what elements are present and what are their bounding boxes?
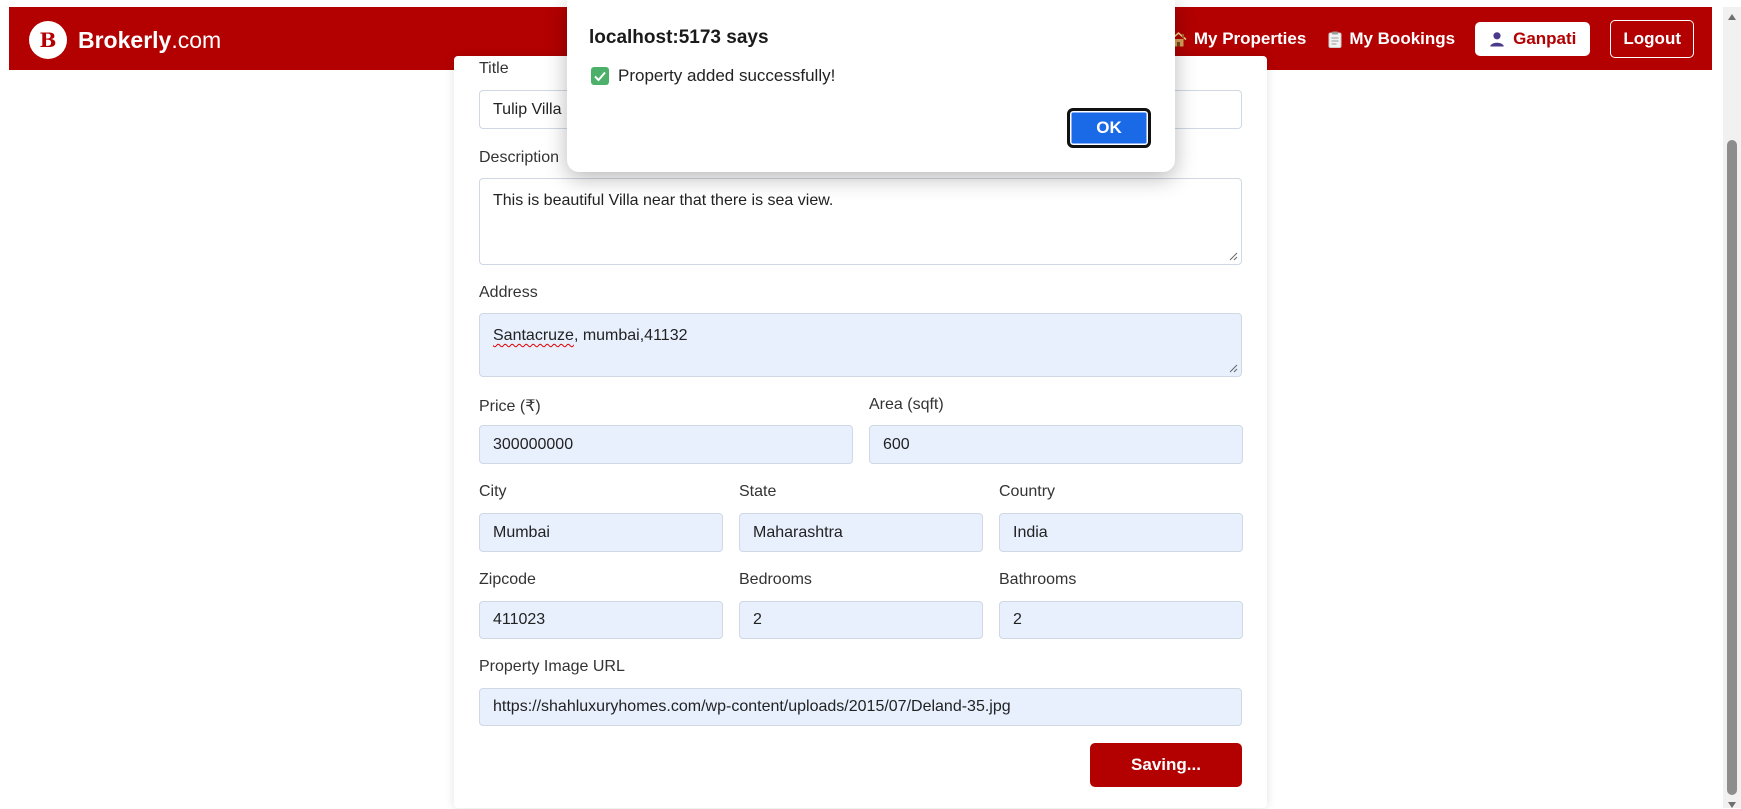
image-url-label: Property Image URL [479, 658, 625, 675]
title-label: Title [479, 60, 509, 77]
area-label: Area (sqft) [869, 396, 944, 413]
description-label: Description [479, 149, 560, 166]
alert-dialog: localhost:5173 says Property added succe… [567, 0, 1175, 172]
zipcode-input[interactable]: 411023 [479, 601, 723, 639]
bathrooms-label: Bathrooms [999, 571, 1077, 588]
scrollbar-thumb[interactable] [1727, 140, 1737, 795]
address-label: Address [479, 284, 538, 301]
brand-name: Brokerly.com [78, 27, 221, 54]
city-input[interactable]: Mumbai [479, 513, 723, 552]
address-rest: , mumbai,41132 [573, 327, 688, 344]
image-url-input[interactable]: https://shahluxuryhomes.com/wp-content/u… [479, 688, 1242, 726]
resize-handle-icon[interactable] [1228, 363, 1238, 373]
bedrooms-label: Bedrooms [739, 571, 812, 588]
scroll-up-icon[interactable] [1727, 13, 1737, 21]
brand[interactable]: B Brokerly.com [29, 21, 221, 59]
nav-my-properties-label: My Properties [1193, 29, 1307, 48]
resize-handle-icon[interactable] [1228, 251, 1238, 261]
bedrooms-input[interactable]: 2 [739, 601, 983, 639]
nav-my-bookings-label: My Bookings [1349, 29, 1456, 48]
page-scrollbar[interactable] [1723, 7, 1741, 808]
brand-name-suffix: .com [171, 26, 222, 53]
dialog-message-text: Property added successfully! [618, 66, 836, 85]
nav-my-properties[interactable]: My Properties [1170, 29, 1306, 49]
area-input[interactable]: 600 [869, 425, 1243, 464]
bathrooms-input[interactable]: 2 [999, 601, 1243, 639]
brand-name-main: Brokerly [78, 26, 172, 53]
country-label: Country [999, 483, 1056, 500]
address-text: Santacruze, mumbai,41132 [493, 327, 687, 345]
nav-menu: My Properties My Bookings Ganpati Logout [1170, 20, 1694, 58]
user-button[interactable]: Ganpati [1475, 22, 1591, 56]
brand-logo: B [29, 21, 67, 59]
state-input[interactable]: Maharashtra [739, 513, 983, 552]
city-label: City [479, 483, 507, 500]
user-icon [1489, 31, 1505, 47]
address-misspelled-word: Santacruze [493, 327, 574, 344]
country-input[interactable]: India [999, 513, 1243, 552]
price-input[interactable]: 300000000 [479, 425, 853, 464]
price-label: Price (₹) [479, 398, 541, 415]
check-icon [591, 67, 609, 85]
state-label: State [739, 483, 777, 500]
description-text: This is beautiful Villa near that there … [493, 192, 834, 209]
zipcode-label: Zipcode [479, 571, 536, 588]
address-textarea[interactable]: Santacruze, mumbai,41132 [479, 313, 1242, 377]
ok-button[interactable]: OK [1067, 108, 1151, 148]
clipboard-icon [1328, 31, 1342, 48]
dialog-title: localhost:5173 says [589, 27, 769, 48]
dialog-message: Property added successfully! [591, 66, 835, 86]
user-button-label: Ganpati [1513, 29, 1577, 48]
description-textarea[interactable]: This is beautiful Villa near that there … [479, 178, 1242, 265]
saving-button[interactable]: Saving... [1090, 743, 1242, 787]
logout-button[interactable]: Logout [1610, 20, 1694, 58]
nav-my-bookings[interactable]: My Bookings [1328, 29, 1455, 49]
